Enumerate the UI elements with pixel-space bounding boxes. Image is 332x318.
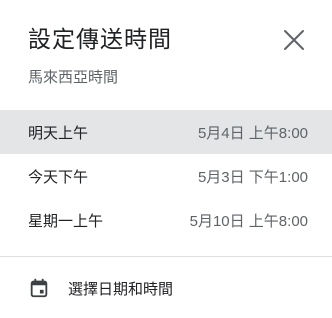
schedule-option-tomorrow-morning[interactable]: 明天上午 5月4日 上午8:00 <box>0 110 332 154</box>
dialog-title: 設定傳送時間 <box>28 27 172 53</box>
pick-date-time-button[interactable]: 選擇日期和時間 <box>0 266 332 310</box>
divider <box>0 256 332 257</box>
timezone-label: 馬來西亞時間 <box>28 68 119 86</box>
pick-date-time-label: 選擇日期和時間 <box>68 279 174 298</box>
dialog-header: 設定傳送時間 <box>28 22 308 58</box>
close-button[interactable] <box>280 26 308 54</box>
schedule-option-monday-morning[interactable]: 星期一上午 5月10日 上午8:00 <box>0 198 332 242</box>
close-icon <box>284 30 304 50</box>
option-time: 5月3日 下午1:00 <box>197 168 308 186</box>
option-label: 明天上午 <box>28 123 89 142</box>
calendar-icon <box>28 276 52 300</box>
schedule-send-dialog: 設定傳送時間 馬來西亞時間 明天上午 5月4日 上午8:00 今天下午 5月3日… <box>0 0 332 318</box>
option-label: 今天下午 <box>28 167 89 186</box>
schedule-options-list: 明天上午 5月4日 上午8:00 今天下午 5月3日 下午1:00 星期一上午 … <box>0 110 332 242</box>
option-time: 5月10日 上午8:00 <box>189 212 308 230</box>
schedule-option-today-afternoon[interactable]: 今天下午 5月3日 下午1:00 <box>0 154 332 198</box>
option-label: 星期一上午 <box>28 211 104 230</box>
option-time: 5月4日 上午8:00 <box>197 124 308 142</box>
